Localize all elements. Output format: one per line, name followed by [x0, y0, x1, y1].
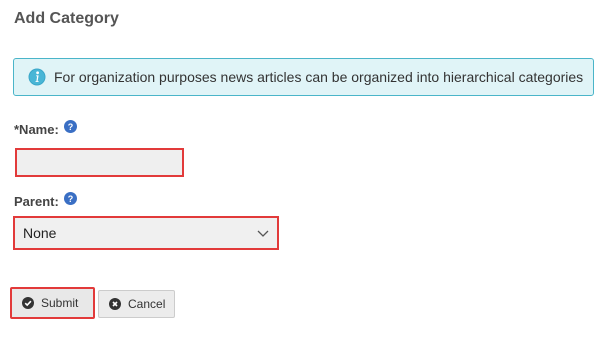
chevron-down-icon [257, 230, 269, 237]
parent-label-text: Parent: [14, 194, 59, 209]
name-label-text: *Name: [14, 122, 59, 137]
submit-button[interactable]: Submit [10, 287, 95, 319]
close-circle-icon [109, 298, 121, 310]
svg-text:?: ? [68, 122, 74, 132]
help-icon[interactable]: ? [63, 192, 77, 205]
submit-button-label: Submit [41, 296, 79, 310]
parent-select[interactable]: None [13, 216, 279, 250]
page-title: Add Category [14, 10, 119, 27]
cancel-button-label: Cancel [128, 297, 166, 311]
name-label: *Name: ? [14, 120, 77, 137]
help-icon[interactable]: ? [63, 120, 77, 133]
check-circle-icon [22, 297, 34, 309]
cancel-button[interactable]: Cancel [98, 290, 175, 318]
name-input[interactable] [15, 148, 184, 177]
parent-select-value: None [23, 225, 57, 241]
svg-text:?: ? [68, 194, 74, 204]
parent-label: Parent: ? [14, 192, 77, 209]
info-message: For organization purposes news articles … [54, 69, 584, 85]
info-icon [28, 68, 46, 86]
info-banner: For organization purposes news articles … [13, 58, 594, 96]
